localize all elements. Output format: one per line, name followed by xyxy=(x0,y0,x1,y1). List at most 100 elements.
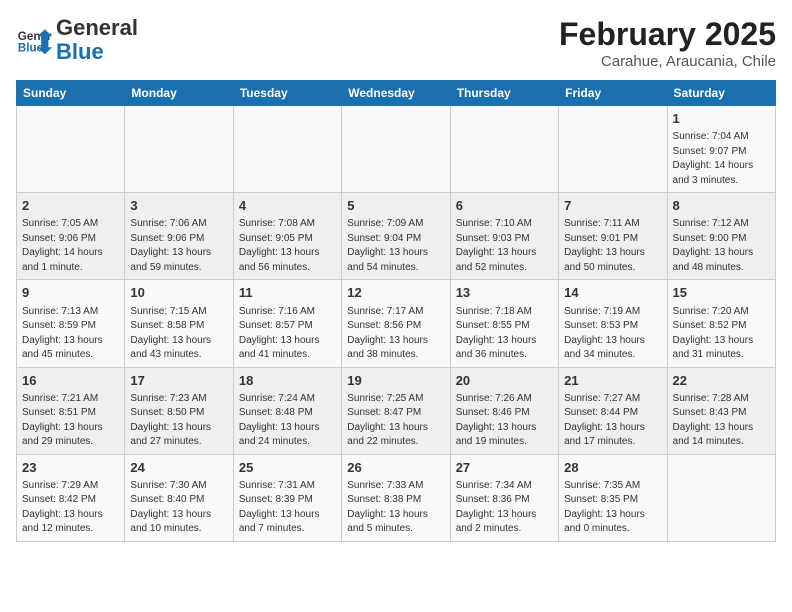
day-number: 10 xyxy=(130,284,227,302)
day-number: 12 xyxy=(347,284,444,302)
location: Carahue, Araucania, Chile xyxy=(559,53,776,70)
day-number: 27 xyxy=(456,459,553,477)
day-number: 11 xyxy=(239,284,336,302)
calendar-cell: 24Sunrise: 7:30 AM Sunset: 8:40 PM Dayli… xyxy=(125,454,233,541)
day-number: 8 xyxy=(673,197,770,215)
day-info: Sunrise: 7:27 AM Sunset: 8:44 PM Dayligh… xyxy=(564,392,661,450)
day-number: 16 xyxy=(22,372,119,390)
calendar-cell: 16 Sunrise: 7:21 AM Sunset: 8:51 PM Dayli… xyxy=(17,367,125,454)
day-info: Sunrise: 7:35 AM Sunset: 8:35 PM Dayligh… xyxy=(564,479,661,537)
day-number: 19 xyxy=(347,372,444,390)
calendar-cell: 18 Sunrise: 7:24 AM Sunset: 8:48 PM Dayli… xyxy=(233,367,341,454)
calendar-cell xyxy=(125,106,233,193)
header: General Blue General Blue February 2025 … xyxy=(16,16,776,70)
calendar-cell: 21 Sunrise: 7:27 AM Sunset: 8:44 PM Dayli… xyxy=(559,367,667,454)
title-area: February 2025 Carahue, Araucania, Chile xyxy=(559,16,776,70)
day-info: Sunrise: 7:26 AM Sunset: 8:46 PM Dayligh… xyxy=(456,392,553,450)
calendar-cell: 6 Sunrise: 7:10 AM Sunset: 9:03 PM Daylig… xyxy=(450,193,558,280)
calendar-cell: 7Sunrise: 7:11 AM Sunset: 9:01 PM Daylig… xyxy=(559,193,667,280)
day-number: 26 xyxy=(347,459,444,477)
day-info: Sunrise: 7:28 AM Sunset: 8:43 PM Dayligh… xyxy=(673,392,770,450)
day-info: Sunrise: 7:34 AM Sunset: 8:36 PM Dayligh… xyxy=(456,479,553,537)
day-number: 18 xyxy=(239,372,336,390)
calendar-week-row: 16 Sunrise: 7:21 AM Sunset: 8:51 PM Dayli… xyxy=(17,367,776,454)
day-info: Sunrise: 7:12 AM Sunset: 9:00 PM Dayligh… xyxy=(673,217,770,275)
calendar-cell: 8 Sunrise: 7:12 AM Sunset: 9:00 PM Daylig… xyxy=(667,193,775,280)
day-number: 20 xyxy=(456,372,553,390)
day-info: Sunrise: 7:08 AM Sunset: 9:05 PM Dayligh… xyxy=(239,217,336,275)
calendar-cell: 10 Sunrise: 7:15 AM Sunset: 8:58 PM Dayli… xyxy=(125,280,233,367)
day-info: Sunrise: 7:06 AM Sunset: 9:06 PM Dayligh… xyxy=(130,217,227,275)
day-number: 17 xyxy=(130,372,227,390)
day-info: Sunrise: 7:25 AM Sunset: 8:47 PM Dayligh… xyxy=(347,392,444,450)
day-number: 9 xyxy=(22,284,119,302)
weekday-header: Saturday xyxy=(667,81,775,106)
logo-text: General Blue xyxy=(56,16,138,64)
day-number: 24 xyxy=(130,459,227,477)
day-number: 13 xyxy=(456,284,553,302)
day-number: 22 xyxy=(673,372,770,390)
day-info: Sunrise: 7:17 AM Sunset: 8:56 PM Dayligh… xyxy=(347,305,444,363)
calendar-cell: 14 Sunrise: 7:19 AM Sunset: 8:53 PM Dayli… xyxy=(559,280,667,367)
calendar-cell: 5 Sunrise: 7:09 AM Sunset: 9:04 PM Daylig… xyxy=(342,193,450,280)
calendar-cell: 23 Sunrise: 7:29 AM Sunset: 8:42 PM Dayli… xyxy=(17,454,125,541)
calendar-cell xyxy=(342,106,450,193)
day-number: 23 xyxy=(22,459,119,477)
calendar-cell: 19 Sunrise: 7:25 AM Sunset: 8:47 PM Dayli… xyxy=(342,367,450,454)
weekday-header: Monday xyxy=(125,81,233,106)
day-info: Sunrise: 7:19 AM Sunset: 8:53 PM Dayligh… xyxy=(564,305,661,363)
day-info: Sunrise: 7:31 AM Sunset: 8:39 PM Dayligh… xyxy=(239,479,336,537)
day-number: 21 xyxy=(564,372,661,390)
calendar-cell xyxy=(233,106,341,193)
calendar-cell xyxy=(667,454,775,541)
day-info: Sunrise: 7:24 AM Sunset: 8:48 PM Dayligh… xyxy=(239,392,336,450)
day-info: Sunrise: 7:11 AM Sunset: 9:01 PM Dayligh… xyxy=(564,217,661,275)
day-info: Sunrise: 7:15 AM Sunset: 8:58 PM Dayligh… xyxy=(130,305,227,363)
day-number: 2 xyxy=(22,197,119,215)
day-info: Sunrise: 7:20 AM Sunset: 8:52 PM Dayligh… xyxy=(673,305,770,363)
day-info: Sunrise: 7:23 AM Sunset: 8:50 PM Dayligh… xyxy=(130,392,227,450)
day-number: 28 xyxy=(564,459,661,477)
day-info: Sunrise: 7:21 AM Sunset: 8:51 PM Dayligh… xyxy=(22,392,119,450)
day-info: Sunrise: 7:16 AM Sunset: 8:57 PM Dayligh… xyxy=(239,305,336,363)
calendar-cell: 11 Sunrise: 7:16 AM Sunset: 8:57 PM Dayli… xyxy=(233,280,341,367)
calendar-cell: 25 Sunrise: 7:31 AM Sunset: 8:39 PM Dayli… xyxy=(233,454,341,541)
calendar-cell: 9 Sunrise: 7:13 AM Sunset: 8:59 PM Daylig… xyxy=(17,280,125,367)
weekday-header: Sunday xyxy=(17,81,125,106)
logo: General Blue General Blue xyxy=(16,16,138,64)
day-number: 1 xyxy=(673,110,770,128)
day-info: Sunrise: 7:18 AM Sunset: 8:55 PM Dayligh… xyxy=(456,305,553,363)
calendar-cell xyxy=(450,106,558,193)
calendar-cell xyxy=(559,106,667,193)
day-info: Sunrise: 7:09 AM Sunset: 9:04 PM Dayligh… xyxy=(347,217,444,275)
day-number: 25 xyxy=(239,459,336,477)
day-info: Sunrise: 7:29 AM Sunset: 8:42 PM Dayligh… xyxy=(22,479,119,537)
day-info: Sunrise: 7:10 AM Sunset: 9:03 PM Dayligh… xyxy=(456,217,553,275)
calendar-week-row: 2 Sunrise: 7:05 AM Sunset: 9:06 PM Daylig… xyxy=(17,193,776,280)
weekday-header: Wednesday xyxy=(342,81,450,106)
calendar-cell: 12 Sunrise: 7:17 AM Sunset: 8:56 PM Dayli… xyxy=(342,280,450,367)
calendar-cell: 1Sunrise: 7:04 AM Sunset: 9:07 PM Daylig… xyxy=(667,106,775,193)
calendar-cell: 20 Sunrise: 7:26 AM Sunset: 8:46 PM Dayli… xyxy=(450,367,558,454)
month-title: February 2025 xyxy=(559,16,776,53)
day-number: 6 xyxy=(456,197,553,215)
calendar: SundayMondayTuesdayWednesdayThursdayFrid… xyxy=(16,80,776,542)
day-info: Sunrise: 7:13 AM Sunset: 8:59 PM Dayligh… xyxy=(22,305,119,363)
calendar-header-row: SundayMondayTuesdayWednesdayThursdayFrid… xyxy=(17,81,776,106)
calendar-cell: 3 Sunrise: 7:06 AM Sunset: 9:06 PM Daylig… xyxy=(125,193,233,280)
calendar-cell xyxy=(17,106,125,193)
calendar-cell: 22 Sunrise: 7:28 AM Sunset: 8:43 PM Dayli… xyxy=(667,367,775,454)
day-info: Sunrise: 7:05 AM Sunset: 9:06 PM Dayligh… xyxy=(22,217,119,275)
day-number: 14 xyxy=(564,284,661,302)
calendar-cell: 4Sunrise: 7:08 AM Sunset: 9:05 PM Daylig… xyxy=(233,193,341,280)
calendar-cell: 27 Sunrise: 7:34 AM Sunset: 8:36 PM Dayli… xyxy=(450,454,558,541)
calendar-cell: 28 Sunrise: 7:35 AM Sunset: 8:35 PM Dayli… xyxy=(559,454,667,541)
weekday-header: Thursday xyxy=(450,81,558,106)
weekday-header: Friday xyxy=(559,81,667,106)
calendar-cell: 2 Sunrise: 7:05 AM Sunset: 9:06 PM Daylig… xyxy=(17,193,125,280)
day-number: 15 xyxy=(673,284,770,302)
day-number: 5 xyxy=(347,197,444,215)
day-number: 3 xyxy=(130,197,227,215)
calendar-week-row: 9 Sunrise: 7:13 AM Sunset: 8:59 PM Daylig… xyxy=(17,280,776,367)
calendar-cell: 26Sunrise: 7:33 AM Sunset: 8:38 PM Dayli… xyxy=(342,454,450,541)
